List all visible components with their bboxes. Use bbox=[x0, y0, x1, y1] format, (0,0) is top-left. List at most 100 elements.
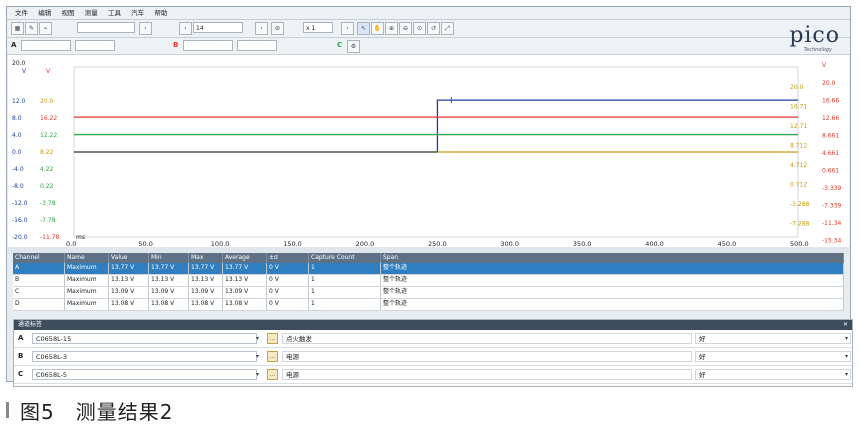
axis-a-tick: -4.0 bbox=[12, 166, 24, 173]
channel-a-label: A bbox=[11, 41, 17, 49]
column-header[interactable]: ±σ bbox=[267, 253, 309, 263]
chevron-down-icon[interactable]: ▾ bbox=[845, 371, 848, 378]
undo-zoom-icon[interactable]: ↺ bbox=[427, 22, 440, 35]
x-tick: 0.0 bbox=[66, 240, 76, 247]
x-tick: 50.0 bbox=[138, 240, 152, 247]
axis-d-unit: V bbox=[822, 62, 827, 69]
axis-b-unit: V bbox=[46, 68, 51, 75]
axis-c-tick: 8.712 bbox=[790, 143, 807, 150]
axis-c-tick: 4.712 bbox=[790, 162, 807, 169]
axis-c-tick: 0.712 bbox=[790, 182, 807, 189]
probe-select[interactable]: C0658L-15 bbox=[32, 333, 257, 344]
axis-b-tick: 12.22 bbox=[40, 132, 57, 139]
menu-automotive[interactable]: 汽车 bbox=[131, 7, 144, 19]
axis-d-tick: 20.0 bbox=[822, 80, 836, 87]
menu-measure[interactable]: 测量 bbox=[85, 7, 98, 19]
column-header[interactable]: Span bbox=[381, 253, 844, 263]
arrow-right-icon[interactable]: › bbox=[341, 22, 354, 35]
probe-select[interactable]: C0658L-5 bbox=[32, 369, 257, 380]
timebase-select[interactable] bbox=[77, 22, 135, 33]
column-header[interactable]: Average bbox=[223, 253, 267, 263]
arrow-left-icon[interactable]: ‹ bbox=[179, 22, 192, 35]
channel-label: B bbox=[18, 352, 24, 360]
channel-b-coupling-select[interactable] bbox=[237, 40, 277, 51]
x-tick: 300.0 bbox=[500, 240, 519, 247]
chevron-down-icon[interactable]: ▾ bbox=[256, 353, 259, 360]
zoom-in-icon[interactable]: ⊕ bbox=[385, 22, 398, 35]
probe-icon[interactable]: ⌁ bbox=[39, 22, 52, 35]
table-cell: 1 bbox=[309, 275, 381, 286]
samples-input[interactable]: 14 bbox=[193, 22, 243, 33]
probe-row: B C0658L-3 ▾… 电源好 ▾ bbox=[14, 348, 852, 366]
menu-file[interactable]: 文件 bbox=[15, 7, 28, 19]
hand-icon[interactable]: ✋ bbox=[371, 22, 384, 35]
axis-a-tick: -20.0 bbox=[12, 234, 28, 241]
table-cell: Maximum bbox=[65, 299, 109, 310]
axis-b-tick: -7.78 bbox=[40, 217, 56, 224]
axis-c-tick: -7.288 bbox=[790, 221, 810, 228]
stop-icon[interactable]: ⊘ bbox=[271, 22, 284, 35]
zoom-area-icon[interactable]: ⊙ bbox=[413, 22, 426, 35]
probe-menu-button[interactable]: … bbox=[267, 351, 278, 362]
zoom-fit-icon[interactable]: ⤢ bbox=[441, 22, 454, 35]
probe-select[interactable]: C0658L-3 bbox=[32, 351, 257, 362]
probe-quality[interactable]: 好 bbox=[695, 351, 851, 362]
chevron-down-icon[interactable]: ▾ bbox=[845, 353, 848, 360]
channel-a-coupling-select[interactable] bbox=[75, 40, 115, 51]
x-tick: 450.0 bbox=[718, 240, 737, 247]
table-cell: 0 V bbox=[267, 263, 309, 274]
table-row[interactable]: D Maximum 13.08 V 13.08 V 13.08 V 13.08 V0 V1… bbox=[13, 299, 844, 311]
probe-rows: A C0658L-15 ▾… 点火触发好 ▾ B C0658L-3 ▾… 电源好 ▾ C C0658L… bbox=[14, 330, 852, 384]
arrow-right-icon[interactable]: › bbox=[139, 22, 152, 35]
table-cell: B bbox=[13, 275, 65, 286]
zoom-input[interactable]: x 1 bbox=[303, 22, 333, 33]
table-row[interactable]: B Maximum 13.13 V 13.13 V 13.13 V 13.13 V0 V1… bbox=[13, 275, 844, 287]
probe-description[interactable]: 电源 bbox=[282, 351, 692, 362]
chevron-down-icon[interactable]: ▾ bbox=[256, 335, 259, 342]
column-header[interactable]: Max bbox=[189, 253, 223, 263]
column-header[interactable]: Name bbox=[65, 253, 109, 263]
menu-edit[interactable]: 编辑 bbox=[38, 7, 51, 19]
close-icon[interactable]: ✕ bbox=[843, 320, 848, 330]
table-cell: 13.13 V bbox=[223, 275, 267, 286]
zoom-out-icon[interactable]: ⊖ bbox=[399, 22, 412, 35]
panel-title-text: 通道标签 bbox=[18, 321, 43, 328]
probe-menu-button[interactable]: … bbox=[267, 333, 278, 344]
probe-quality[interactable]: 好 bbox=[695, 333, 851, 344]
channel-b-range-select[interactable] bbox=[183, 40, 233, 51]
pointer-icon[interactable]: ↖ bbox=[357, 22, 370, 35]
oscilloscope-view: 20.0 V V 12.0 8.0 4.0 0.0 -4.0 -8.0 -12.0 -16.0 -20… bbox=[8, 55, 849, 248]
table-row[interactable]: A Maximum 13.77 V 13.77 V 13.77 V 13.77 V0 V1… bbox=[13, 263, 844, 275]
column-header[interactable]: Capture Count bbox=[309, 253, 381, 263]
measurements-table: Channel Name Value Min Max Average ±σ Capture C… bbox=[13, 253, 844, 311]
probe-quality[interactable]: 好 bbox=[695, 369, 851, 380]
table-cell: Maximum bbox=[65, 275, 109, 286]
table-row[interactable]: C Maximum 13.09 V 13.09 V 13.09 V 13.09 V0 V1… bbox=[13, 287, 844, 299]
probe-menu-button[interactable]: … bbox=[267, 369, 278, 380]
grid-icon[interactable]: ▦ bbox=[11, 22, 24, 35]
axis-b-tick: 0.22 bbox=[40, 183, 54, 190]
table-cell: 整个轨迹 bbox=[381, 263, 844, 274]
axis-b-tick: -3.78 bbox=[40, 200, 56, 207]
probe-row: A C0658L-15 ▾… 点火触发好 ▾ bbox=[14, 330, 852, 348]
probe-description[interactable]: 点火触发 bbox=[282, 333, 692, 344]
chevron-down-icon[interactable]: ▾ bbox=[845, 335, 848, 342]
column-header[interactable]: Channel bbox=[13, 253, 65, 263]
table-cell: A bbox=[13, 263, 65, 274]
channel-a-range-select[interactable] bbox=[21, 40, 71, 51]
column-header[interactable]: Value bbox=[109, 253, 149, 263]
arrow-right-icon[interactable]: › bbox=[255, 22, 268, 35]
table-cell: 13.77 V bbox=[223, 263, 267, 274]
menu-view[interactable]: 视图 bbox=[61, 7, 74, 19]
probe-description[interactable]: 电源 bbox=[282, 369, 692, 380]
column-header[interactable]: Min bbox=[149, 253, 189, 263]
table-cell: 1 bbox=[309, 263, 381, 274]
menu-tools[interactable]: 工具 bbox=[108, 7, 121, 19]
menu-help[interactable]: 帮助 bbox=[154, 7, 167, 19]
pencil-icon[interactable]: ✎ bbox=[25, 22, 38, 35]
channel-d-settings-icon[interactable]: ⚙ bbox=[347, 40, 360, 53]
axis-d-tick: -3.339 bbox=[822, 185, 842, 192]
table-cell: C bbox=[13, 287, 65, 298]
axis-a-tick: -16.0 bbox=[12, 217, 28, 224]
chevron-down-icon[interactable]: ▾ bbox=[256, 371, 259, 378]
